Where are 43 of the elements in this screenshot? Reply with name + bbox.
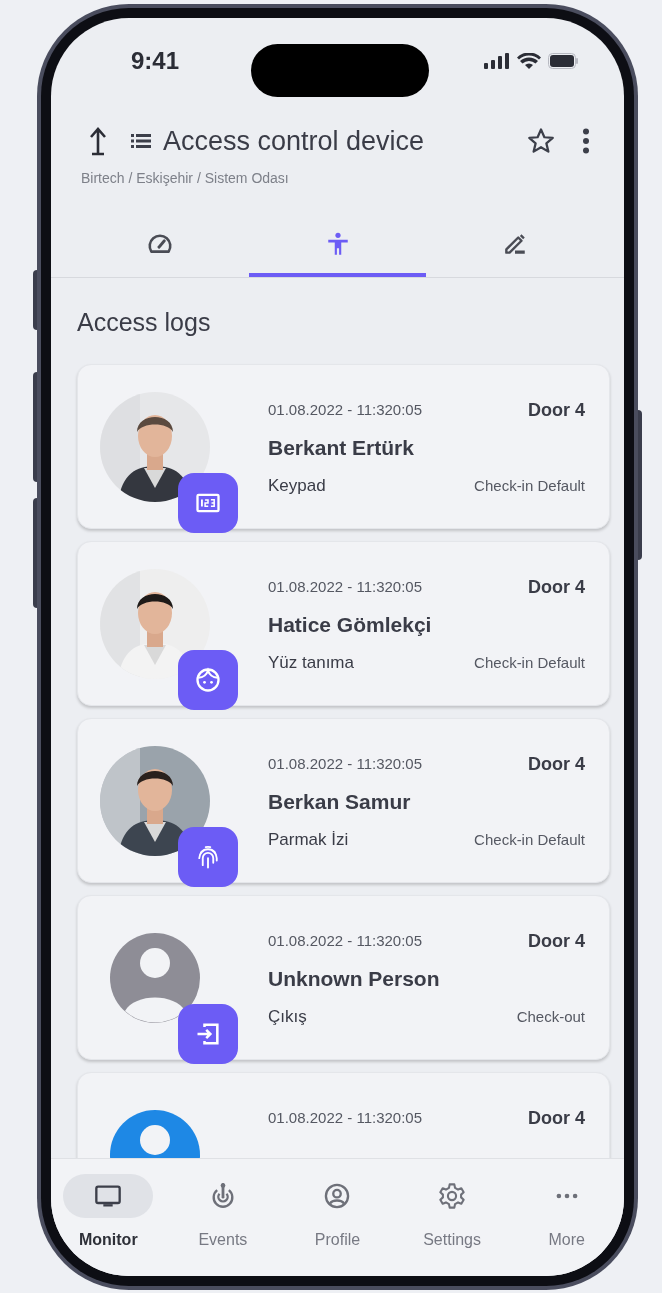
nav-item[interactable]: Profile [280,1174,395,1252]
nav-item[interactable]: Monitor [51,1174,166,1252]
access-type: Check-in Default [474,652,585,673]
access-type: Check-in Default [474,829,585,850]
door-label: Door 4 [528,752,585,776]
door-label: Door 4 [528,575,585,599]
upload-arrow-icon[interactable] [87,126,109,156]
settings-icon [438,1182,467,1210]
nav-item[interactable]: More [509,1174,624,1252]
log-datetime: 01.08.2022 - 11:320:05 [268,1107,423,1128]
person-name: Berkant Ertürk [268,434,415,461]
access-method: Keypad [268,475,326,497]
door-label: Door 4 [528,1106,585,1130]
status-time: 9:41 [131,46,180,76]
person-name: Hatice Gömlekçi [268,611,433,638]
more-icon [555,1193,578,1199]
door-label: Door 4 [528,929,585,953]
page-title: Access control device [163,124,425,158]
access-method: Parmak İzi [268,829,349,851]
section-title: Access logs [77,307,212,338]
star-icon[interactable] [526,126,556,156]
log-card[interactable]: 01.08.2022 - 11:320:05 Door 4 [77,1071,610,1158]
log-datetime: 01.08.2022 - 11:320:05 [268,753,423,774]
log-datetime: 01.08.2022 - 11:320:05 [268,930,423,951]
nav-item[interactable]: Events [165,1174,281,1252]
door-label: Door 4 [528,398,585,422]
face-icon [194,665,222,694]
breadcrumb: Birtech / Eskişehir / Sistem Odası [81,169,290,188]
signal-icon [484,53,510,69]
access-type: Check-in Default [474,475,585,496]
list-icon [131,132,151,150]
log-datetime: 01.08.2022 - 11:320:05 [268,399,423,420]
log-datetime: 01.08.2022 - 11:320:05 [268,576,423,597]
access-method: Yüz tanıma [268,652,354,674]
access-method: Çıkış [268,1006,307,1028]
wifi-icon [517,52,541,70]
person-name: Unknown Person [268,965,441,992]
battery-icon [548,53,578,69]
person-name: Berkan Samur [268,788,412,815]
nav-item[interactable]: Settings [394,1174,510,1252]
more-vertical-icon[interactable] [582,128,590,154]
profile-icon [323,1182,352,1210]
access-type: Check-out [516,1006,585,1027]
